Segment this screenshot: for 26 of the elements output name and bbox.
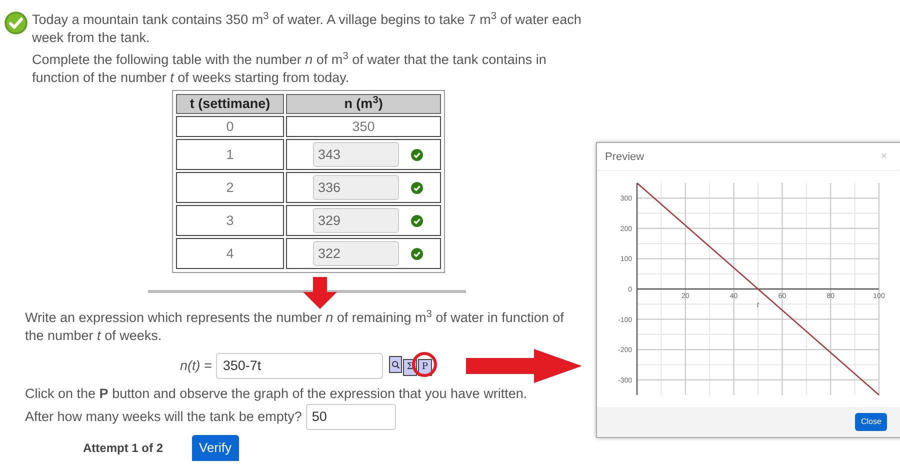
problem-text: Today a mountain tank contains 350 m$^{3}$ of water. A village begins to take 7 m$^{3}$ of water each week from the tank. bbox=[32, 11, 582, 47]
table-cell: 350 bbox=[286, 116, 441, 137]
expression-field[interactable]: 350-7t bbox=[216, 353, 383, 379]
function-label: n(t) = bbox=[180, 357, 212, 375]
problem-text: Complete the following table with the number n of m$^{3}$ of water that the tank contains in function of the number t of weeks starting from today. bbox=[32, 51, 548, 87]
expression-prompt: Write an expression which represents the number n of remaining m$^{3}$ of water in function of the number t of weeks. bbox=[25, 309, 565, 345]
instruction-text: Click on the P button and observe the graph of the expression that you have written. bbox=[25, 385, 528, 403]
table-cell: 4 bbox=[176, 238, 284, 269]
table-cell: 2 bbox=[176, 172, 284, 203]
verify-button[interactable]: Verify bbox=[192, 435, 239, 461]
close-button[interactable]: Close bbox=[855, 413, 888, 431]
answer-field[interactable]: 329 bbox=[313, 208, 399, 233]
table-cell: 1 bbox=[176, 139, 284, 170]
answer-field[interactable]: 343 bbox=[313, 142, 399, 167]
answer-field[interactable]: 50 bbox=[306, 404, 396, 430]
column-header: t (settimane) bbox=[176, 94, 284, 114]
column-header: n (m$^{3}$) bbox=[286, 94, 441, 114]
question-label: After how many weeks will the tank be empty? bbox=[25, 408, 302, 426]
answer-field[interactable]: 336 bbox=[313, 175, 399, 200]
search-icon[interactable] bbox=[388, 356, 402, 373]
table-cell: 0 bbox=[176, 116, 284, 137]
attempt-counter: Attempt 1 of 2 bbox=[83, 440, 164, 457]
table-cell: 3 bbox=[176, 205, 284, 236]
down-arrow bbox=[303, 277, 337, 309]
dialog-title: Preview bbox=[605, 150, 644, 164]
answer-field[interactable]: 322 bbox=[313, 241, 399, 266]
